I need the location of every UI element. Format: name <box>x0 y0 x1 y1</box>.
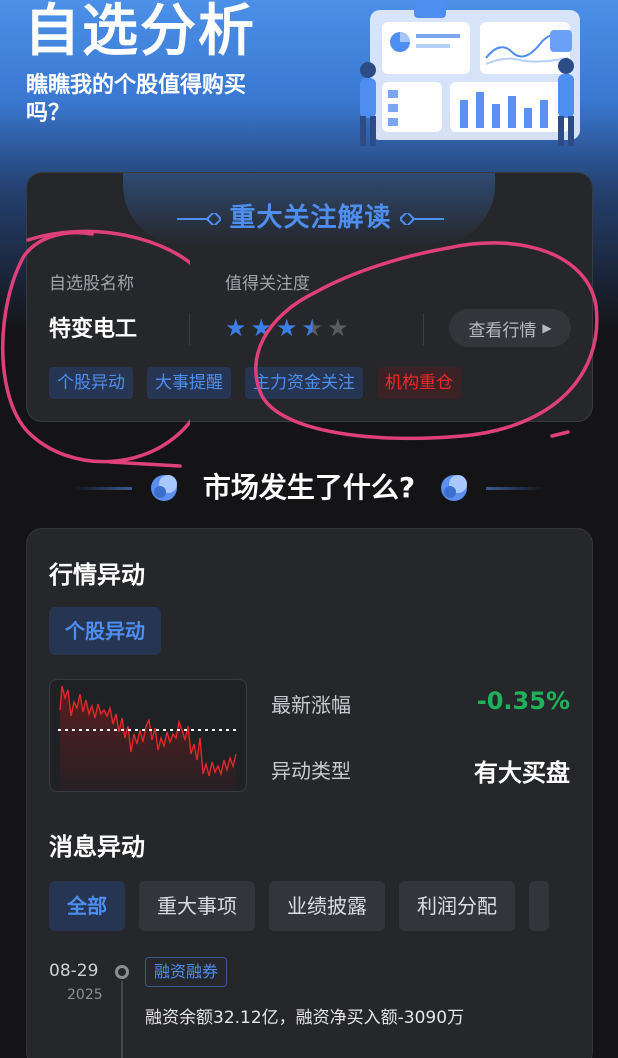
news-year: 2025 <box>67 987 103 1003</box>
view-quote-button[interactable]: 查看行情 ▶ <box>449 309 571 347</box>
left-decor-icon <box>177 212 222 225</box>
timeline-dot-icon <box>115 965 129 979</box>
right-decor-icon <box>399 212 444 225</box>
market-panel: 行情异动 个股异动 最新涨幅 -0.35% 异动类型 有大买盘 消息异动 全部 … <box>26 528 593 1058</box>
focus-card: 重大关注解读 自选股名称 值得关注度 特变电工 ★ ★ ★ ★ ★ 查看行情 ▶… <box>26 172 593 422</box>
analytics-illustration-icon <box>360 0 580 146</box>
quote-section-title: 行情异动 <box>49 561 145 589</box>
star-full-icon: ★ <box>225 314 247 342</box>
news-tag[interactable]: 融资融券 <box>145 957 228 987</box>
filter-more[interactable] <box>529 881 549 931</box>
tag-institution-heavy[interactable]: 机构重仓 <box>377 367 461 399</box>
sparkline-chart <box>58 685 240 791</box>
tag-main-capital[interactable]: 主力资金关注 <box>245 367 363 399</box>
filter-major-events[interactable]: 重大事项 <box>139 881 255 931</box>
news-section-title: 消息异动 <box>49 833 145 861</box>
news-filter-tabs: 全部 重大事项 业绩披露 利润分配 <box>49 881 549 931</box>
attention-label: 值得关注度 <box>225 274 310 294</box>
focus-card-header: 重大关注解读 <box>27 197 594 234</box>
tag-stock-anomaly[interactable]: 个股异动 <box>49 367 133 399</box>
focus-tags: 个股异动 大事提醒 主力资金关注 机构重仓 <box>49 367 461 399</box>
latest-change-label: 最新涨幅 <box>271 693 351 717</box>
star-empty-icon: ★ <box>327 314 349 342</box>
hero-title: 自选分析 <box>24 0 256 64</box>
stock-name[interactable]: 特变电工 <box>49 311 137 343</box>
stock-anomaly-chip[interactable]: 个股异动 <box>49 607 161 655</box>
stock-name-label: 自选股名称 <box>49 274 134 294</box>
attention-rating: ★ ★ ★ ★ ★ <box>225 313 349 343</box>
star-full-icon: ★ <box>250 314 273 342</box>
star-half-icon: ★ <box>301 314 324 342</box>
market-title: 市场发生了什么? <box>202 471 416 504</box>
bubble-icon <box>441 475 467 501</box>
latest-change-value: -0.35% <box>476 687 570 715</box>
filter-earnings[interactable]: 业绩披露 <box>269 881 385 931</box>
tag-event-reminder[interactable]: 大事提醒 <box>147 367 231 399</box>
star-full-icon: ★ <box>276 314 298 342</box>
caret-right-icon: ▶ <box>542 321 552 335</box>
news-date: 08-29 <box>49 961 99 981</box>
intraday-sparkline <box>49 679 247 792</box>
hero-subtitle: 瞧瞧我的个股值得购买吗？ <box>26 73 247 126</box>
news-item-text[interactable]: 融资余额32.12亿，融资净买入额-3090万 <box>145 1003 464 1028</box>
filter-all[interactable]: 全部 <box>49 881 125 931</box>
anomaly-type-value: 有大买盘 <box>474 759 570 787</box>
filter-dividends[interactable]: 利润分配 <box>399 881 515 931</box>
anomaly-type-label: 异动类型 <box>271 759 351 783</box>
